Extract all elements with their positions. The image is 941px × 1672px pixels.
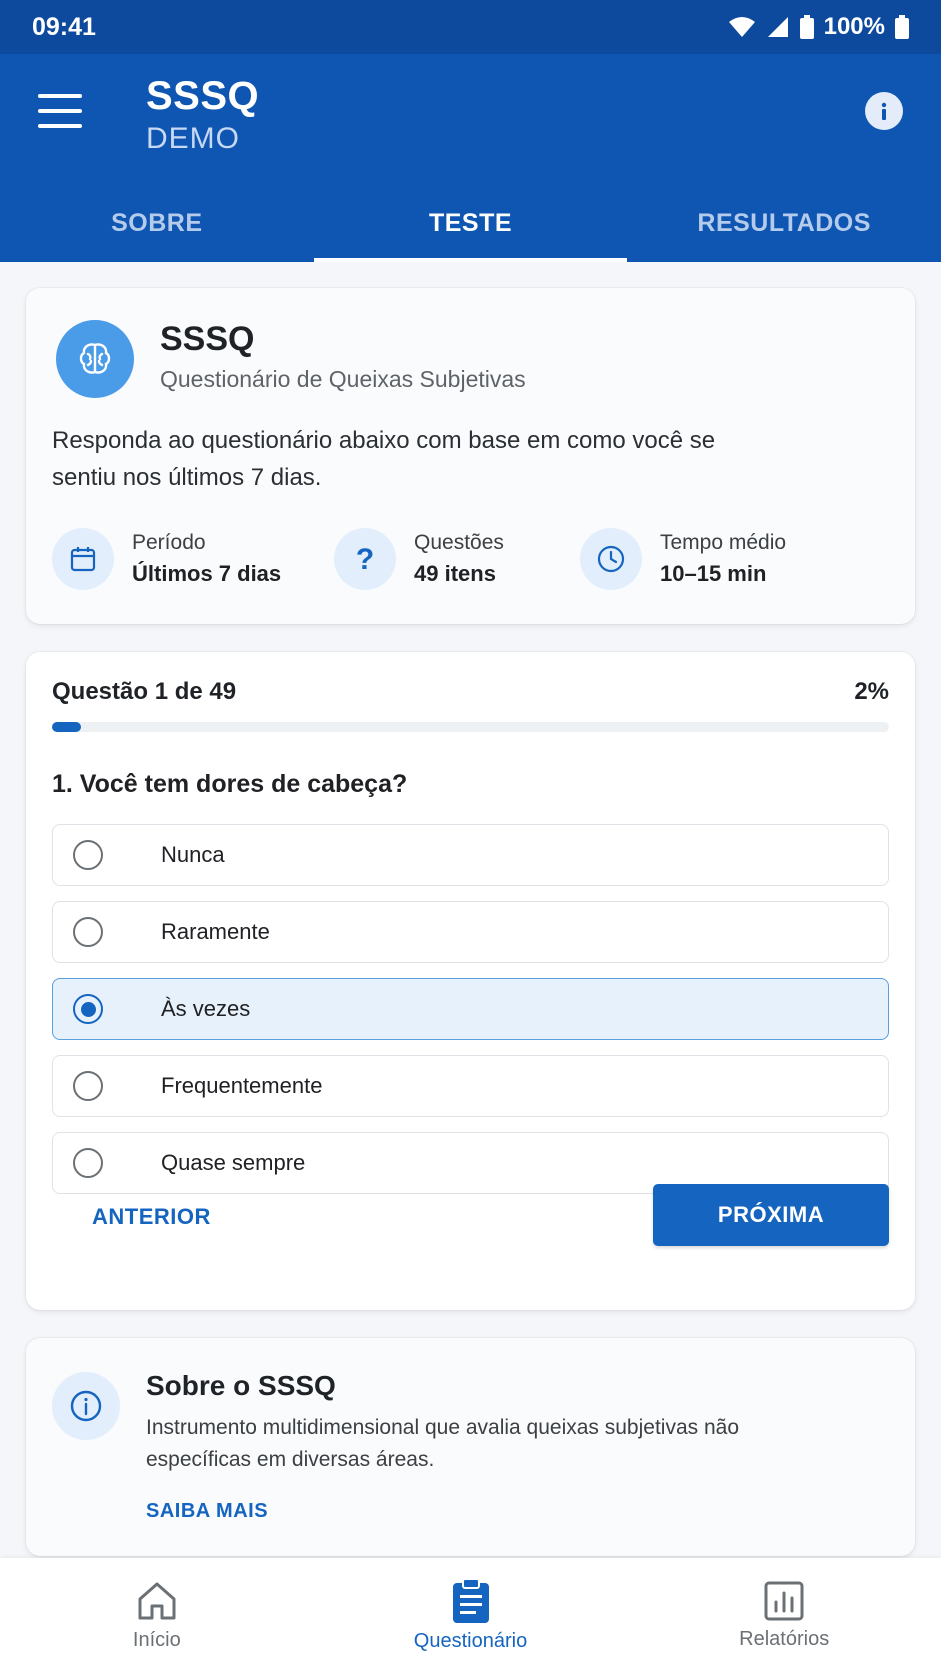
menu-icon-line xyxy=(38,124,82,128)
radio-dot xyxy=(80,1001,96,1017)
next-button[interactable]: PRÓXIMA xyxy=(653,1184,889,1246)
option-nunca[interactable]: Nunca xyxy=(52,824,889,886)
stat-icon-wrap: ? xyxy=(334,528,396,590)
stat-period: Período Últimos 7 dias xyxy=(52,528,281,590)
option-label: Raramente xyxy=(161,919,270,944)
nav-questionario[interactable]: Questionário xyxy=(314,1558,628,1672)
home-icon xyxy=(138,1582,176,1619)
stat-value: 49 itens xyxy=(414,561,496,586)
answer-options: Nunca Raramente Às vezes Frequentemente … xyxy=(52,824,889,1209)
nav-label: Relatórios xyxy=(739,1627,830,1650)
svg-text:?: ? xyxy=(356,543,374,575)
learn-more-link[interactable]: SAIBA MAIS xyxy=(146,1500,268,1523)
tab-teste[interactable]: TESTE xyxy=(313,184,628,262)
menu-icon xyxy=(38,94,82,98)
info-button[interactable] xyxy=(865,92,903,130)
info-icon xyxy=(70,1390,102,1422)
tab-sobre[interactable]: SOBRE xyxy=(0,184,314,262)
brain-icon xyxy=(79,343,111,374)
app-subtitle: DEMO xyxy=(146,122,240,155)
stat-value: 10–15 min xyxy=(660,561,767,586)
battery-level: 100% xyxy=(823,13,885,40)
status-time: 09:41 xyxy=(32,12,96,41)
about-title: Sobre o SSSQ xyxy=(146,1370,336,1401)
stat-questions: ? Questões 49 itens xyxy=(334,528,504,590)
info-icon xyxy=(881,102,887,120)
radio-button-selected[interactable] xyxy=(73,994,103,1024)
intro-subtitle: Questionário de Queixas Subjetivas xyxy=(160,366,526,392)
progress-percent: 2% xyxy=(854,678,889,705)
status-icons: 100% xyxy=(728,13,909,41)
clock-icon xyxy=(597,545,625,573)
radio-button[interactable] xyxy=(73,917,103,947)
nav-label: Início xyxy=(132,1628,181,1651)
app-bar: SSSQ DEMO SOBRE TESTE RESULTADOS xyxy=(0,54,941,262)
battery-icon xyxy=(799,15,814,39)
option-label: Quase sempre xyxy=(161,1150,306,1175)
about-card: Sobre o SSSQ Instrumento multidimensiona… xyxy=(26,1338,915,1556)
wifi-icon xyxy=(728,17,755,37)
radio-button[interactable] xyxy=(73,840,103,870)
question-card: Questão 1 de 49 2% 1. Você tem dores de … xyxy=(26,652,915,1310)
signal-icon xyxy=(767,17,788,37)
intro-title: SSSQ xyxy=(160,320,255,358)
stat-label: Período xyxy=(132,531,206,554)
stat-label: Questões xyxy=(414,531,504,554)
option-label: Nunca xyxy=(161,842,225,867)
nav-inicio[interactable]: Início xyxy=(0,1558,314,1672)
battery-icon xyxy=(895,15,909,39)
stat-icon-wrap xyxy=(580,528,642,590)
stat-text: Questões 49 itens xyxy=(414,528,504,590)
question-counter: Questão 1 de 49 xyxy=(52,678,237,705)
menu-icon-line xyxy=(38,109,82,113)
stat-value: Últimos 7 dias xyxy=(132,561,282,586)
calendar-icon xyxy=(70,547,96,572)
brain-avatar xyxy=(56,320,134,398)
clipboard-icon xyxy=(452,1577,489,1623)
nav-relatorios[interactable]: Relatórios xyxy=(627,1558,941,1672)
status-bar: 09:41 100% xyxy=(0,0,941,54)
stat-text: Tempo médio 10–15 min xyxy=(660,528,786,590)
tab-bar: SOBRE TESTE RESULTADOS xyxy=(0,184,941,262)
stat-icon-wrap xyxy=(52,528,114,590)
app-title: SSSQ xyxy=(146,74,260,118)
bar-chart-icon xyxy=(764,1581,804,1620)
option-label: Às vezes xyxy=(161,996,251,1021)
question-icon: ? xyxy=(356,543,374,575)
about-icon-wrap xyxy=(52,1372,120,1440)
radio-button[interactable] xyxy=(73,1071,103,1101)
option-frequentemente[interactable]: Frequentemente xyxy=(52,1055,889,1117)
question-text: 1. Você tem dores de cabeça? xyxy=(52,770,408,798)
intro-description: Responda ao questionário abaixo com base… xyxy=(52,427,716,491)
previous-button[interactable]: ANTERIOR xyxy=(66,1186,237,1248)
progress-fill xyxy=(52,722,82,732)
tab-resultados[interactable]: RESULTADOS xyxy=(627,184,941,262)
stat-text: Período Últimos 7 dias xyxy=(132,528,281,590)
stat-label: Tempo médio xyxy=(660,531,787,554)
option-raramente[interactable]: Raramente xyxy=(52,901,889,963)
option-as-vezes[interactable]: Às vezes xyxy=(52,978,889,1040)
option-label: Frequentemente xyxy=(161,1073,323,1098)
intro-card: SSSQ Questionário de Queixas Subjetivas … xyxy=(26,288,915,624)
stat-time: Tempo médio 10–15 min xyxy=(580,528,786,590)
bottom-navigation: Início Questionário Relatórios xyxy=(0,1558,941,1672)
question-header: Questão 1 de 49 2% xyxy=(52,678,889,706)
menu-button[interactable] xyxy=(38,94,82,128)
radio-button[interactable] xyxy=(73,1148,103,1178)
progress-bar xyxy=(52,722,889,732)
nav-label: Questionário xyxy=(413,1629,528,1652)
about-description: Instrumento multidimensional que avalia … xyxy=(146,1416,740,1471)
